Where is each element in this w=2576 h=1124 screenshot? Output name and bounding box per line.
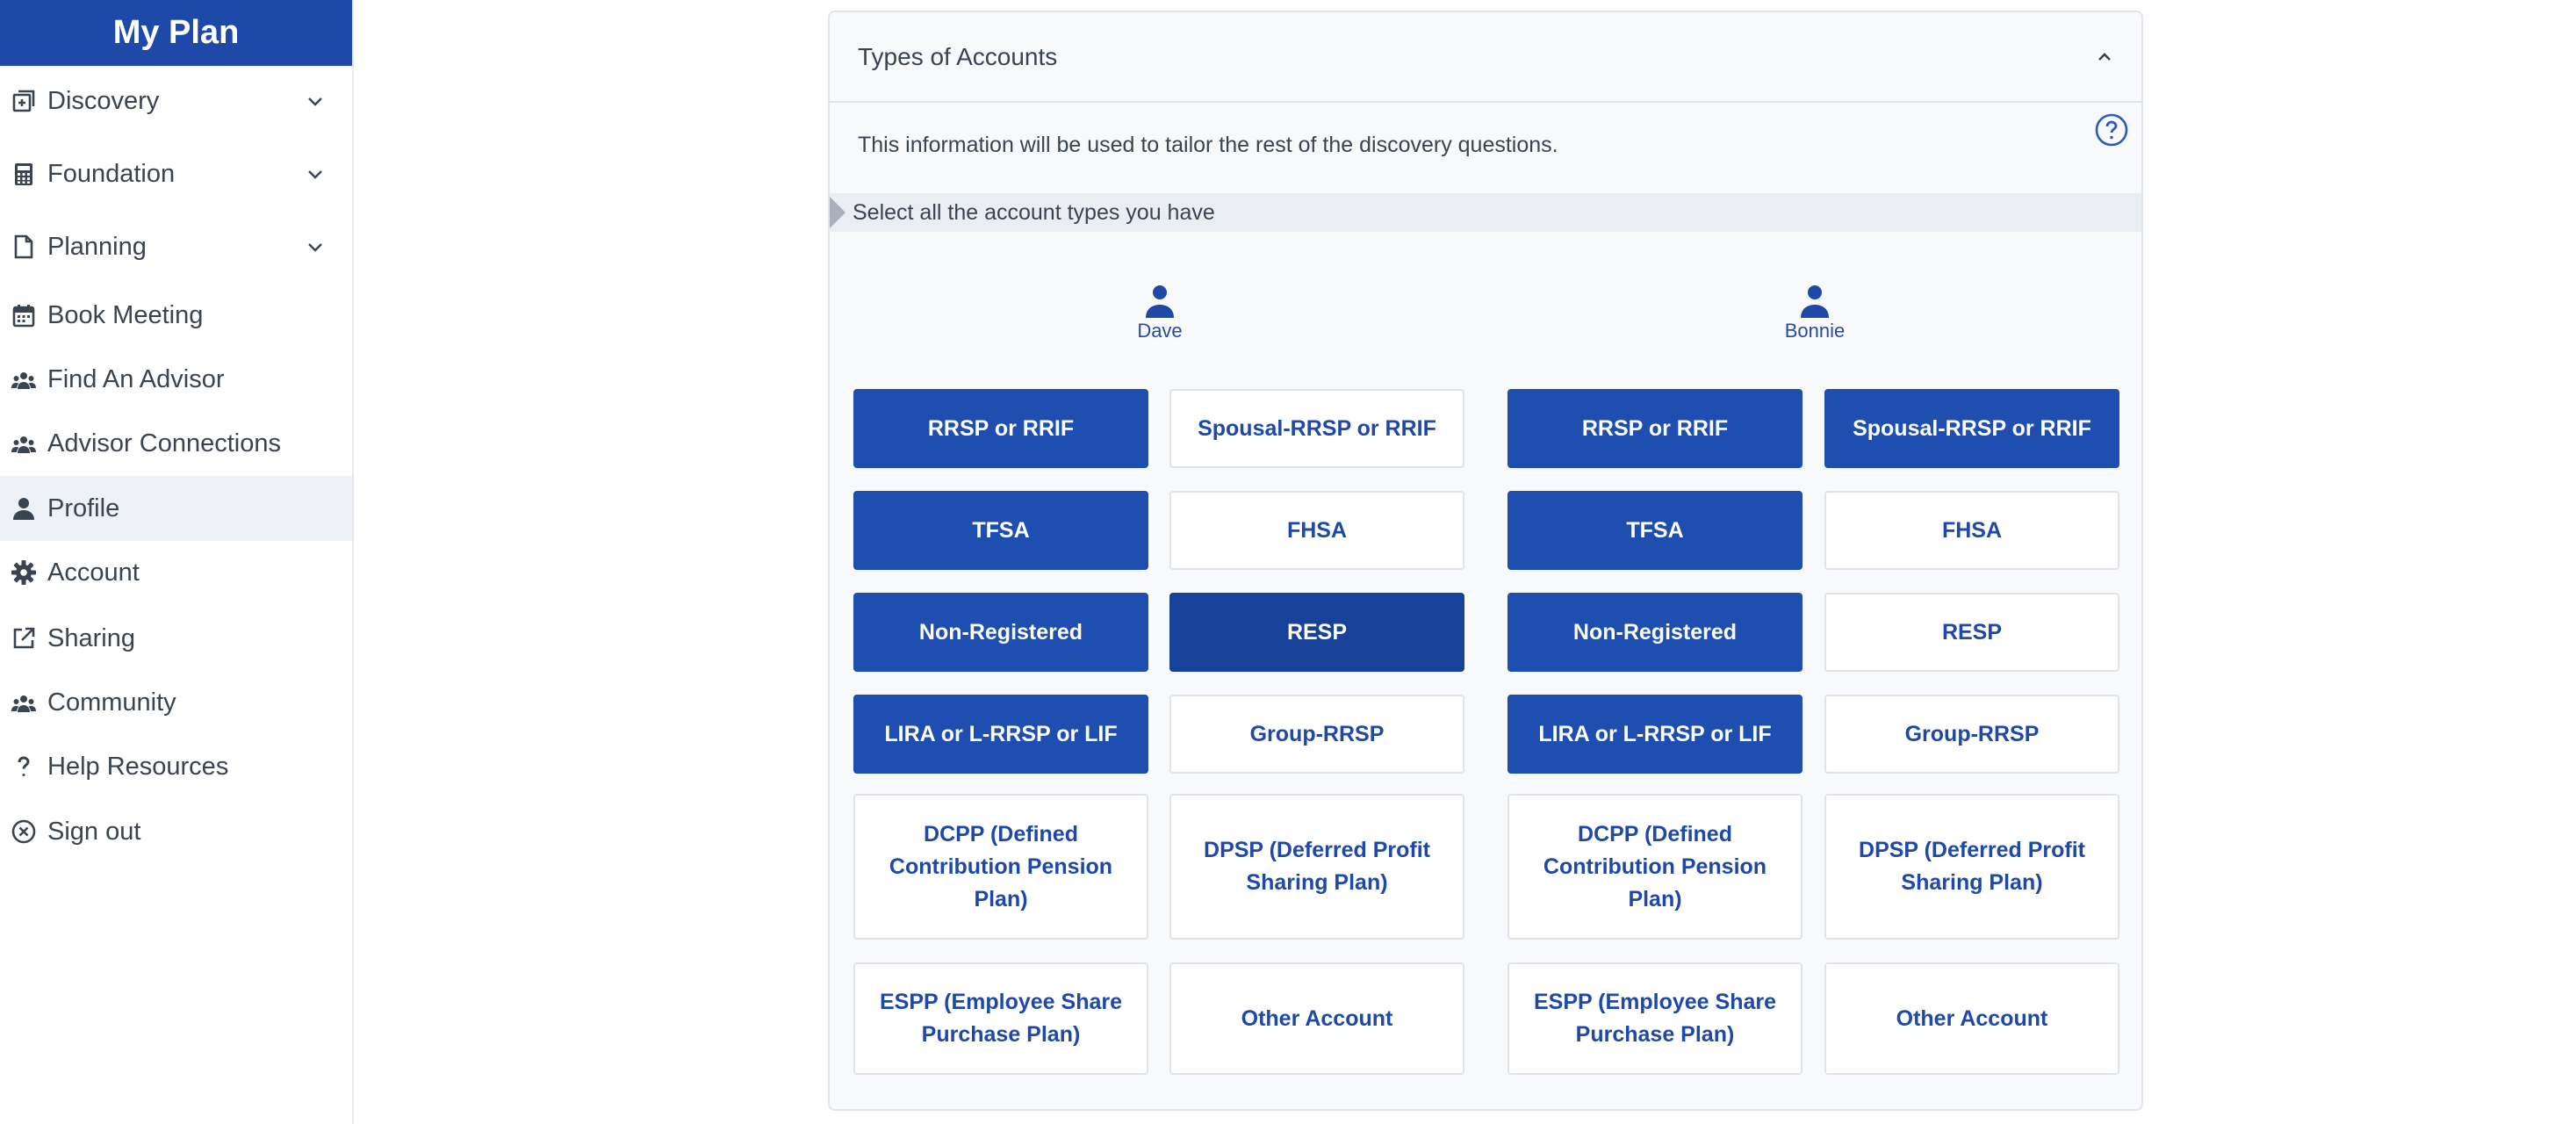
app-title: My Plan	[0, 0, 352, 66]
bonnie-spousal-rrsp-button[interactable]: Spousal-RRSP or RRIF	[1824, 389, 2119, 468]
dave-non-registered-button[interactable]: Non-Registered	[853, 593, 1148, 672]
dave-fhsa-button[interactable]: FHSA	[1169, 491, 1464, 570]
help-icon[interactable]	[2094, 112, 2129, 148]
bonnie-other-account-button[interactable]: Other Account	[1824, 962, 2119, 1075]
dave-spousal-rrsp-button[interactable]: Spousal-RRSP or RRIF	[1169, 389, 1464, 468]
dave-dcpp-button[interactable]: DCPP (Defined Contribution Pension Plan)	[853, 794, 1148, 940]
group-icon	[9, 364, 39, 394]
person-dave: Dave	[1072, 283, 1248, 342]
bonnie-group-rrsp-button[interactable]: Group-RRSP	[1824, 695, 2119, 774]
close-circle-icon	[9, 817, 39, 847]
bonnie-fhsa-button[interactable]: FHSA	[1824, 491, 2119, 570]
sidebar-item-planning[interactable]: Planning	[0, 214, 352, 279]
bonnie-espp-button[interactable]: ESPP (Employee Share Purchase Plan)	[1507, 962, 1802, 1075]
sidebar-item-find-an-advisor[interactable]: Find An Advisor	[0, 347, 352, 412]
dave-other-account-button[interactable]: Other Account	[1169, 962, 1464, 1075]
sidebar-item-account[interactable]: Account	[0, 540, 352, 605]
sidebar-item-label: Sign out	[47, 817, 141, 846]
prompt-text: Select all the account types you have	[853, 199, 1215, 225]
card-header[interactable]: Types of Accounts	[830, 12, 2141, 103]
prompt-bar: Select all the account types you have	[830, 193, 2141, 232]
group-icon	[9, 429, 39, 458]
dave-lira-button[interactable]: LIRA or L-RRSP or LIF	[853, 695, 1148, 774]
sidebar-item-help-resources[interactable]: Help Resources	[0, 734, 352, 799]
sidebar-item-label: Community	[47, 688, 176, 717]
sidebar-item-label: Find An Advisor	[47, 364, 225, 393]
user-icon	[1797, 283, 1832, 318]
calculator-icon	[9, 159, 39, 189]
discovery-icon	[9, 86, 39, 116]
sidebar: My Plan Discovery Foundation Planning Bo…	[0, 0, 354, 1124]
sidebar-item-book-meeting[interactable]: Book Meeting	[0, 283, 352, 348]
chevron-up-icon[interactable]	[2092, 45, 2117, 69]
document-icon	[9, 232, 39, 262]
question-icon	[9, 752, 39, 782]
card-title: Types of Accounts	[858, 42, 1058, 70]
sidebar-item-label: Planning	[47, 232, 147, 261]
sidebar-item-label: Foundation	[47, 159, 176, 188]
person-name: Bonnie	[1784, 320, 1846, 342]
sidebar-item-label: Profile	[47, 494, 120, 522]
user-icon	[1142, 283, 1177, 318]
bonnie-lira-button[interactable]: LIRA or L-RRSP or LIF	[1507, 695, 1802, 774]
person-bonnie: Bonnie	[1727, 283, 1903, 342]
types-of-accounts-card: Types of Accounts This information will …	[828, 11, 2143, 1111]
dave-tfsa-button[interactable]: TFSA	[853, 491, 1148, 570]
bonnie-tfsa-button[interactable]: TFSA	[1507, 491, 1802, 570]
bonnie-rrsp-rrif-button[interactable]: RRSP or RRIF	[1507, 389, 1802, 468]
bonnie-resp-button[interactable]: RESP	[1824, 593, 2119, 672]
user-icon	[9, 494, 39, 523]
sidebar-item-label: Help Resources	[47, 752, 229, 781]
dave-resp-button[interactable]: RESP	[1169, 593, 1464, 672]
sidebar-item-label: Sharing	[47, 623, 135, 652]
sidebar-item-sharing[interactable]: Sharing	[0, 606, 352, 671]
chevron-down-icon	[305, 163, 326, 184]
sidebar-item-label: Advisor Connections	[47, 429, 281, 458]
dave-dpsp-button[interactable]: DPSP (Deferred Profit Sharing Plan)	[1169, 794, 1464, 940]
dave-group-rrsp-button[interactable]: Group-RRSP	[1169, 695, 1464, 774]
group-icon	[9, 688, 39, 717]
gear-icon	[9, 558, 39, 587]
chevron-down-icon	[305, 90, 326, 112]
sidebar-item-profile[interactable]: Profile	[0, 476, 352, 541]
sidebar-item-foundation[interactable]: Foundation	[0, 141, 352, 206]
bonnie-non-registered-button[interactable]: Non-Registered	[1507, 593, 1802, 672]
caret-right-icon	[830, 197, 845, 228]
sidebar-item-label: Account	[47, 558, 140, 587]
chevron-down-icon	[305, 236, 326, 257]
bonnie-dpsp-button[interactable]: DPSP (Deferred Profit Sharing Plan)	[1824, 794, 2119, 940]
external-link-icon	[9, 623, 39, 653]
sidebar-item-label: Book Meeting	[47, 300, 204, 329]
sidebar-item-sign-out[interactable]: Sign out	[0, 799, 352, 864]
dave-rrsp-rrif-button[interactable]: RRSP or RRIF	[853, 389, 1148, 468]
sidebar-item-label: Discovery	[47, 86, 160, 115]
sidebar-item-discovery[interactable]: Discovery	[0, 68, 352, 133]
sidebar-item-advisor-connections[interactable]: Advisor Connections	[0, 411, 352, 476]
calendar-icon	[9, 300, 39, 330]
intro-text: This information will be used to tailor …	[858, 133, 1558, 157]
bonnie-dcpp-button[interactable]: DCPP (Defined Contribution Pension Plan)	[1507, 794, 1802, 940]
person-name: Dave	[1137, 320, 1183, 342]
dave-espp-button[interactable]: ESPP (Employee Share Purchase Plan)	[853, 962, 1148, 1075]
sidebar-item-community[interactable]: Community	[0, 670, 352, 735]
